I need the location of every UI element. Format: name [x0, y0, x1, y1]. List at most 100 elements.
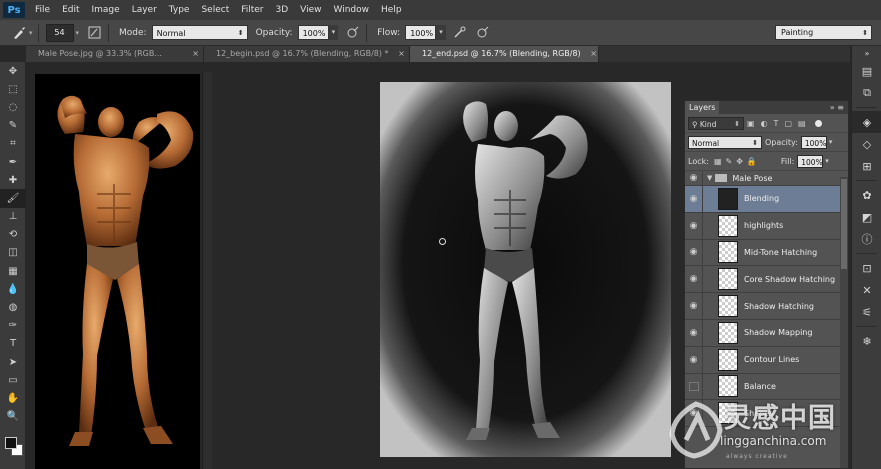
menu-layer[interactable]: Layer	[126, 5, 163, 15]
tab-12-end[interactable]: 12_end.psd @ 16.7% (Blending, RGB/8) ×	[410, 46, 599, 62]
preset-chevron-icon[interactable]: ▾	[29, 29, 33, 37]
tools-presets-icon[interactable]: ✕	[852, 279, 881, 301]
gradient-tool-icon[interactable]: ▦	[0, 262, 26, 280]
layer-row[interactable]: ◉ Core Shadow Hatching	[685, 266, 848, 294]
lock-position-icon[interactable]: ✥	[736, 157, 743, 166]
tab-close-icon[interactable]: ×	[590, 49, 597, 58]
layer-row[interactable]: ◉ Blending	[685, 186, 848, 213]
layer-row[interactable]: Balance	[685, 373, 848, 401]
crop-tool-icon[interactable]: ⌗	[0, 135, 26, 153]
type-tool-icon[interactable]: T	[0, 335, 26, 353]
clone-stamp-tool-icon[interactable]: ⊥	[0, 208, 26, 226]
menu-window[interactable]: Window	[328, 5, 376, 15]
history-brush-tool-icon[interactable]: ⟲	[0, 226, 26, 244]
visibility-toggle[interactable]	[685, 373, 703, 400]
zoom-tool-icon[interactable]: 🔍	[0, 408, 26, 426]
layer-opacity-input[interactable]: 100%	[800, 135, 827, 149]
brush-presets-icon[interactable]: ⧉	[852, 82, 881, 104]
mode-dropdown[interactable]: Normal ⬍	[151, 25, 248, 40]
healing-tool-icon[interactable]: ✚	[0, 171, 26, 189]
layers-tab[interactable]: Layers	[685, 101, 720, 114]
menu-view[interactable]: View	[294, 5, 327, 15]
styles-icon[interactable]: ◩	[852, 206, 881, 228]
layer-row[interactable]: ◉ highlights	[685, 212, 848, 240]
filter-pixel-icon[interactable]: ▣	[747, 119, 755, 128]
marquee-tool-icon[interactable]: ⬚	[0, 80, 26, 98]
layer-opacity-chevron-icon[interactable]: ▾	[829, 138, 833, 146]
fill-chevron-icon[interactable]: ▾	[825, 157, 829, 165]
group-expand-icon[interactable]: ▼	[707, 174, 712, 182]
menu-filter[interactable]: Filter	[235, 5, 269, 15]
flow-slider-chevron-icon[interactable]: ▾	[436, 25, 446, 40]
color-icon[interactable]: ✿	[852, 184, 881, 206]
hand-tool-icon[interactable]: ✋	[0, 389, 26, 407]
filter-shape-icon[interactable]: ▢	[784, 119, 792, 128]
lock-all-icon[interactable]: 🔒	[747, 157, 757, 166]
blur-tool-icon[interactable]: 💧	[0, 280, 26, 298]
drawing-canvas[interactable]	[380, 82, 671, 457]
foreground-color-swatch[interactable]	[5, 437, 17, 449]
move-tool-icon[interactable]: ✥	[0, 62, 26, 80]
navigator-icon[interactable]: ⊡	[852, 257, 881, 279]
menu-file[interactable]: File	[29, 5, 56, 15]
layers-panel-icon[interactable]: ◈	[852, 111, 881, 133]
menu-select[interactable]: Select	[195, 5, 235, 15]
visibility-toggle[interactable]: ◉	[685, 400, 703, 427]
menu-3d[interactable]: 3D	[270, 5, 295, 15]
filter-smart-object-icon[interactable]: ▤	[798, 119, 806, 128]
tab-12-begin[interactable]: 12_begin.psd @ 16.7% (Blending, RGB/8) *…	[204, 46, 410, 62]
path-select-tool-icon[interactable]: ➤	[0, 353, 26, 371]
opacity-slider-chevron-icon[interactable]: ▾	[328, 25, 339, 40]
pressure-size-icon[interactable]	[474, 24, 492, 42]
tool-preset-brush-icon[interactable]	[10, 24, 28, 42]
channels-icon[interactable]: ◇	[852, 133, 881, 155]
menu-help[interactable]: Help	[375, 5, 408, 15]
visibility-toggle[interactable]: ◉	[685, 266, 703, 293]
fill-input[interactable]: 100%	[797, 154, 824, 168]
tab-male-pose[interactable]: Male Pose.jpg @ 33.3% (RGB... ×	[26, 46, 204, 62]
eraser-tool-icon[interactable]: ◫	[0, 244, 26, 262]
color-swatches[interactable]	[5, 437, 25, 459]
layers-scrollbar[interactable]	[840, 177, 848, 468]
flow-input[interactable]: 100%	[405, 25, 437, 40]
layer-group-male-pose[interactable]: ◉ ▼ Male Pose	[685, 171, 848, 186]
layer-row[interactable]: ◉ Shadow Hatching	[685, 293, 848, 320]
brush-size-chevron-icon[interactable]: ▾	[76, 29, 80, 37]
brush-panel-toggle-icon[interactable]	[85, 24, 103, 42]
tab-close-icon[interactable]: ×	[192, 46, 199, 62]
dodge-tool-icon[interactable]: ◍	[0, 298, 26, 316]
layer-row[interactable]: ◉ Shadow Mapping	[685, 319, 848, 347]
layers-scrollbar-thumb[interactable]	[841, 179, 847, 269]
airbrush-icon[interactable]	[451, 24, 469, 42]
visibility-toggle[interactable]: ◉	[685, 186, 703, 212]
menu-edit[interactable]: Edit	[56, 5, 85, 15]
opacity-input[interactable]: 100%	[297, 25, 329, 40]
panel-menu-icon[interactable]: » ≡	[830, 103, 844, 112]
lock-transparent-icon[interactable]: ▦	[714, 157, 722, 166]
properties-icon[interactable]: ❄	[852, 330, 881, 352]
filter-toggle-icon[interactable]	[814, 119, 822, 127]
filter-adjustment-icon[interactable]: ◐	[761, 119, 768, 128]
filter-type-icon[interactable]: T	[774, 119, 779, 128]
tab-close-icon[interactable]: ×	[398, 49, 405, 58]
dock-collapse-icon[interactable]: »	[852, 46, 881, 60]
layer-row[interactable]: ◉ Shapes	[685, 400, 848, 428]
visibility-toggle[interactable]: ◉	[685, 346, 703, 373]
pen-tool-icon[interactable]: ✑	[0, 317, 26, 335]
brush-size-picker[interactable]: 54	[45, 23, 74, 42]
history-icon[interactable]: ▤	[852, 60, 881, 82]
layer-row[interactable]: ◉ Contour Lines	[685, 346, 848, 374]
reference-scrollbar[interactable]	[202, 72, 212, 469]
visibility-toggle[interactable]: ◉	[685, 293, 703, 319]
layer-row[interactable]: ◉ Mid-Tone Hatching	[685, 239, 848, 267]
reference-photo-canvas[interactable]	[35, 74, 200, 469]
eyedropper-tool-icon[interactable]: ✒	[0, 153, 26, 171]
brush-tool-icon[interactable]: 🖌	[0, 189, 26, 208]
swatches-icon[interactable]: ⊞	[852, 155, 881, 177]
adjustments-icon[interactable]: ⚟	[852, 301, 881, 323]
menu-type[interactable]: Type	[163, 5, 196, 15]
filter-kind-dropdown[interactable]: ⚲ Kind ⬍	[688, 116, 744, 130]
lasso-tool-icon[interactable]: ◌	[0, 98, 26, 116]
workspace-switcher[interactable]: Painting ⬍	[775, 25, 872, 40]
visibility-toggle[interactable]: ◉	[685, 239, 703, 266]
